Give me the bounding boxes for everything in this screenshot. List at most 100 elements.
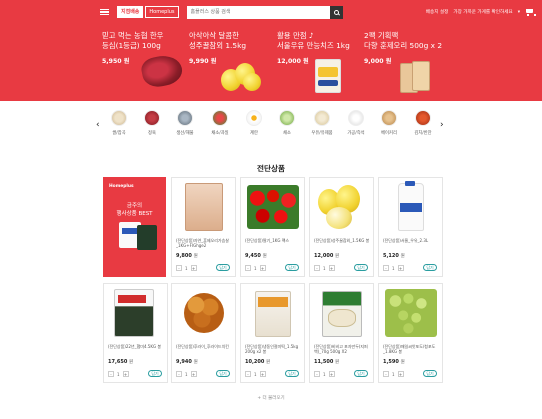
cheese-image <box>315 59 343 93</box>
milk-jug-icon <box>383 181 438 233</box>
fried-chicken-icon <box>176 287 231 339</box>
category-item[interactable]: 채소/과일 <box>203 110 237 136</box>
add-to-cart-button[interactable]: 담기 <box>354 264 368 271</box>
tab-store-delivery[interactable]: 지점배송 <box>117 6 144 18</box>
quantity-stepper[interactable]: -1 + <box>176 371 197 377</box>
product-card[interactable]: (전단상품)성주꿀참외_1.5KG 봉 12,000 원 -1 + 담기 <box>309 177 374 277</box>
chevron-right-icon[interactable]: › <box>440 120 444 130</box>
homeplus-logo: Homeplus <box>109 184 134 189</box>
header-utilities: 배송지 설정 가장 가까운 가게를 확인하세요 ▾ <box>426 8 536 16</box>
product-price: 5,120 원 <box>383 253 405 259</box>
quantity-stepper[interactable]: -1 + <box>314 371 335 377</box>
fish-icon <box>177 110 193 126</box>
header: 지점배송 Homeplus 배송지 설정 가장 가까운 가게를 확인하세요 ▾ <box>0 0 542 24</box>
category-item[interactable]: 쌀/잡곡 <box>102 110 136 136</box>
add-to-cart-button[interactable]: 담기 <box>216 370 230 377</box>
product-name: (전단상품)냉동인절미떡_1.5kg 200g x2 봉 <box>245 344 299 355</box>
category-label: 채소 <box>283 131 291 136</box>
search-bar <box>186 5 343 19</box>
promo-banner: 믿고 먹는 농협 한우 등심(1등급) 100g 5,950 원 아삭아삭 달콤… <box>0 24 542 101</box>
product-card[interactable]: (전단상품)딸기_1KG 팩스 9,450 원 -1 + 담기 <box>240 177 305 277</box>
product-card[interactable]: (전단상품)자연_훈제오리가슴살_1KG+FIGhge2 9,800 원 -1 +… <box>171 177 236 277</box>
product-name: (전단상품)딸기_1KG 팩스 <box>245 238 290 243</box>
product-card[interactable]: (전단상품)22년_햅미4.5KG 봉 17,650 원 -1 + 담기 <box>103 283 168 383</box>
product-price: 10,200 원 <box>245 359 271 365</box>
store-notice-link[interactable]: 가장 가까운 가게를 확인하세요 <box>453 9 512 15</box>
product-name: (전단상품)22년_햅미4.5KG 봉 <box>108 344 162 349</box>
quantity-stepper[interactable]: -1 + <box>245 371 266 377</box>
weekly-best-title: 금주의 <box>126 203 143 209</box>
add-to-cart-button[interactable]: 담기 <box>423 370 437 377</box>
chevron-down-icon[interactable]: ▾ <box>518 10 520 15</box>
category-item[interactable]: 김치/반찬 <box>406 110 440 136</box>
rice-bag-image <box>137 225 157 250</box>
promo-subtitle: 다향 훈제오리 500g x 2 <box>364 41 443 50</box>
product-price: 1,590 원 <box>383 359 405 365</box>
weekly-best-card[interactable]: Homeplus 금주의 행사상품 BEST <box>103 177 166 277</box>
category-item[interactable]: 계란 <box>237 110 271 136</box>
product-name: (전단상품)서울_우유_2.3L <box>383 238 429 243</box>
category-item[interactable]: 우유/유제품 <box>305 110 339 136</box>
lettuce-icon <box>279 110 295 126</box>
category-item[interactable]: 생선/해물 <box>168 110 202 136</box>
product-card[interactable]: (전단상품)매일씨앗포도/청포도_1.8KG 봉 1,590 원 -1 + 담기 <box>378 283 443 383</box>
product-price: 12,000 원 <box>314 253 340 259</box>
add-to-cart-button[interactable]: 담기 <box>423 264 437 271</box>
load-more-button[interactable]: + 더 불러오기 <box>0 395 542 401</box>
weekly-best-subtitle: 행사상품 BEST <box>116 211 153 217</box>
quantity-stepper[interactable]: -1 + <box>245 265 266 271</box>
section-title: 전단상품 <box>257 164 285 173</box>
search-icon <box>333 9 339 15</box>
category-item[interactable]: 정육 <box>135 110 169 136</box>
category-label: 정육 <box>148 131 156 136</box>
quantity-stepper[interactable]: -1 + <box>176 265 197 271</box>
page: 지점배송 Homeplus 배송지 설정 가장 가까운 가게를 확인하세요 ▾ … <box>0 0 542 419</box>
bread-icon <box>381 110 397 126</box>
milk-icon <box>314 110 330 126</box>
category-item[interactable]: 채소 <box>270 110 304 136</box>
melon-icon <box>314 181 369 233</box>
quantity-stepper[interactable]: -1 + <box>383 265 404 271</box>
product-name: (전단상품)자연_훈제오리가슴살_1KG+FIGhge2 <box>176 238 229 249</box>
search-button[interactable] <box>329 5 343 19</box>
category-label: 김치/반찬 <box>414 131 432 136</box>
category-item[interactable]: 가공/즉석 <box>339 110 373 136</box>
category-label: 쌀/잡곡 <box>112 131 126 136</box>
quantity-stepper[interactable]: -1 + <box>314 265 335 271</box>
grape-icon <box>383 287 438 339</box>
strawberry-icon <box>245 181 300 233</box>
add-to-cart-button[interactable]: 담기 <box>354 370 368 377</box>
product-card[interactable]: (전단상품)냉동인절미떡_1.5kg 200g x2 봉 10,200 원 -1… <box>240 283 305 383</box>
product-card[interactable]: (전단상품)비비고 포자만두(지퍼백)_70g 500g X2 11,500 원… <box>309 283 374 383</box>
delivery-setting-link[interactable]: 배송지 설정 <box>426 9 449 15</box>
add-to-cart-button[interactable]: 담기 <box>148 370 162 377</box>
cart-icon[interactable] <box>525 8 536 16</box>
search-input[interactable] <box>186 5 330 19</box>
tab-homeplus[interactable]: Homeplus <box>145 6 179 18</box>
melon-image <box>221 61 263 93</box>
product-card[interactable]: (전단상품)서울_우유_2.3L 5,120 원 -1 + 담기 <box>378 177 443 277</box>
rice-bowl-icon <box>111 110 127 126</box>
product-name: (전단상품)후라이_후라이드치킨 <box>176 344 229 349</box>
category-item[interactable]: 베이커리 <box>372 110 406 136</box>
add-to-cart-button[interactable]: 담기 <box>285 264 299 271</box>
smoked-duck-icon <box>176 181 231 233</box>
smoked-duck-image <box>400 61 432 95</box>
promo-item[interactable]: 2팩 기획팩 다향 훈제오리 500g x 2 9,000 원 <box>364 31 524 95</box>
menu-icon[interactable] <box>100 8 109 16</box>
product-card[interactable]: (전단상품)후라이_후라이드치킨 9,940 원 -1 + 담기 <box>171 283 236 383</box>
category-label: 생선/해물 <box>176 131 194 136</box>
dumpling-icon <box>314 287 369 339</box>
quantity-stepper[interactable]: -1 + <box>108 371 129 377</box>
quantity-stepper[interactable]: -1 + <box>383 371 404 377</box>
add-to-cart-button[interactable]: 담기 <box>285 370 299 377</box>
chevron-left-icon[interactable]: ‹ <box>96 120 100 130</box>
product-price: 17,650 원 <box>108 359 134 365</box>
category-label: 베이커리 <box>381 131 397 136</box>
add-to-cart-button[interactable]: 담기 <box>216 264 230 271</box>
product-name: (전단상품)매일씨앗포도/청포도_1.8KG 봉 <box>383 344 436 355</box>
ready-meal-icon <box>348 110 364 126</box>
category-label: 가공/즉석 <box>347 131 365 136</box>
product-price: 9,450 원 <box>245 253 267 259</box>
load-more-label: 더 불러오기 <box>262 396 285 401</box>
